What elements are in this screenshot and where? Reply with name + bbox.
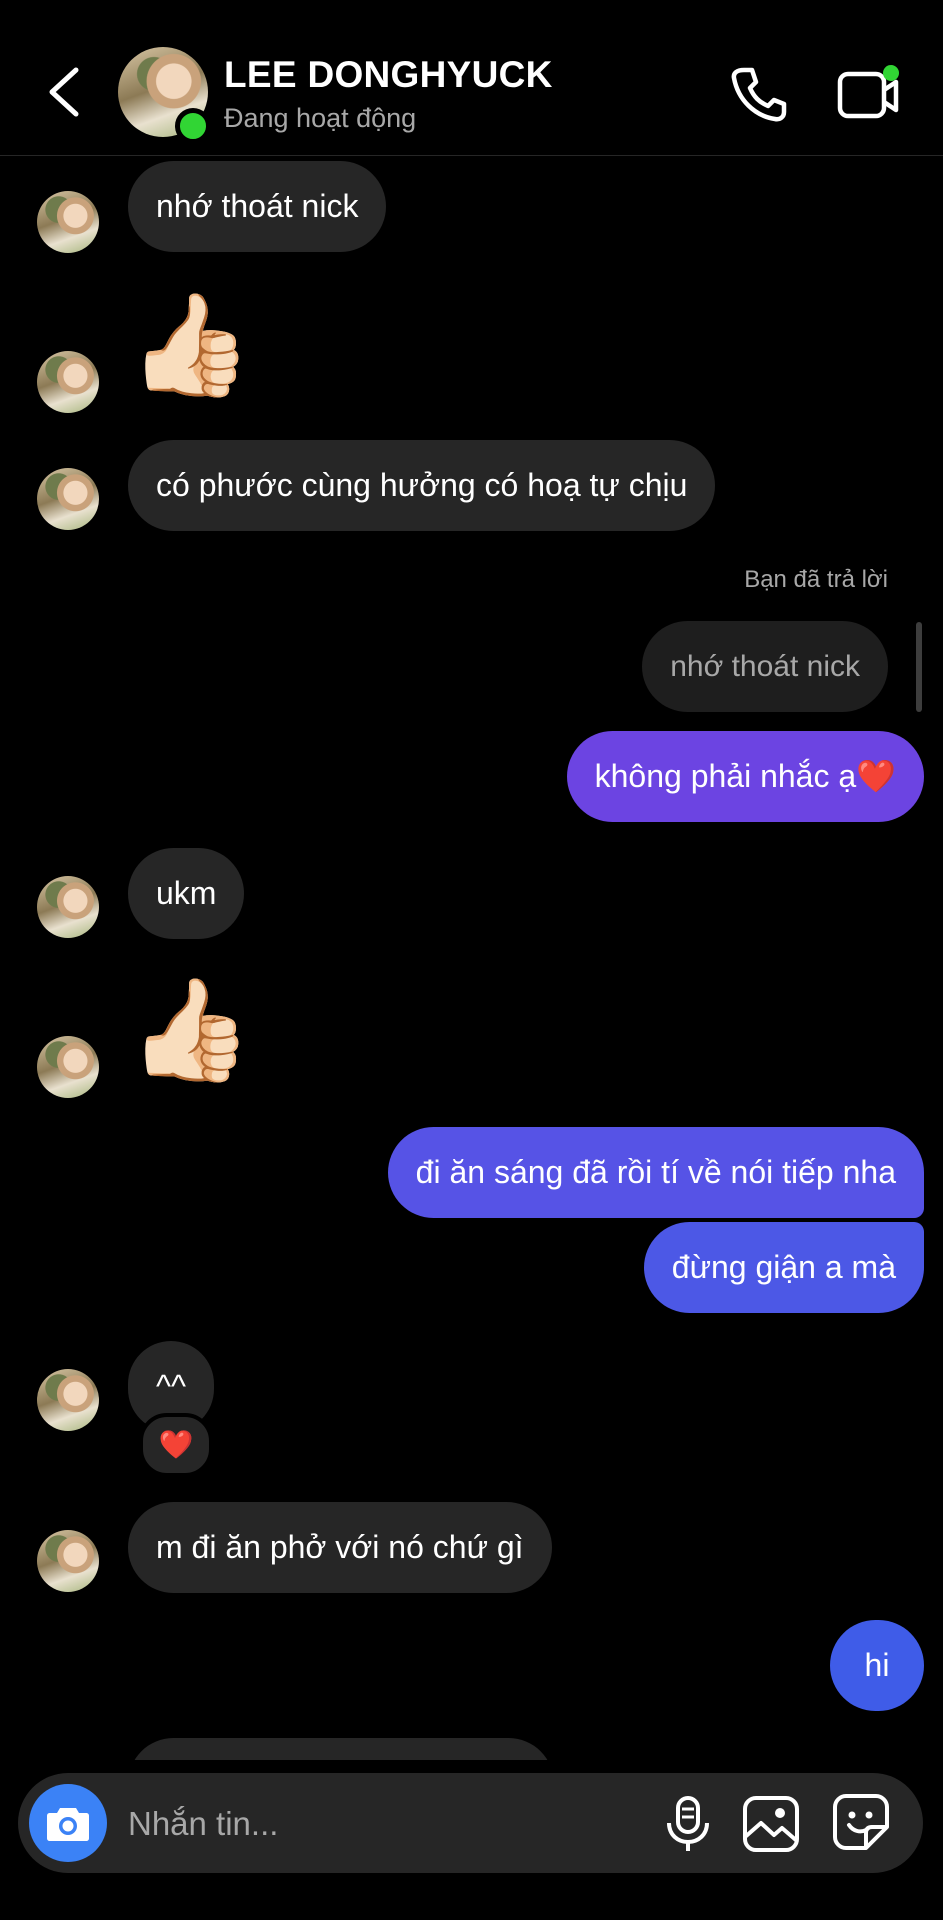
thumbs-up-emoji-message[interactable]: 👍🏻 xyxy=(128,980,253,1080)
outgoing-message[interactable]: không phải nhắc ạ❤️ xyxy=(566,731,924,822)
heart-reaction[interactable]: ❤️ xyxy=(139,1413,213,1477)
phone-icon xyxy=(731,67,787,122)
sender-avatar[interactable] xyxy=(37,876,99,938)
active-status-dot xyxy=(175,108,211,144)
outgoing-message[interactable]: đừng giận a mà xyxy=(643,1222,924,1313)
sender-avatar[interactable] xyxy=(37,468,99,530)
video-call-icon xyxy=(837,65,899,119)
camera-button[interactable] xyxy=(29,1784,107,1862)
camera-icon xyxy=(47,1808,89,1841)
contact-name[interactable]: LEE DONGHYUCK xyxy=(224,54,553,96)
replied-message-quote[interactable]: nhớ thoát nick xyxy=(642,621,888,712)
thumbs-up-emoji-message[interactable]: 👍🏻 xyxy=(128,295,253,395)
contact-status: Đang hoạt động xyxy=(224,103,417,133)
sticker-button[interactable] xyxy=(832,1793,890,1851)
video-call-button[interactable] xyxy=(836,64,902,124)
back-icon xyxy=(49,67,79,117)
incoming-message[interactable]: m đi ăn phở với nó chứ gì xyxy=(128,1502,552,1593)
sticker-icon xyxy=(833,1794,889,1850)
voice-call-button[interactable] xyxy=(728,64,788,124)
message-composer xyxy=(18,1773,923,1873)
voice-message-button[interactable] xyxy=(660,1795,716,1853)
message-input[interactable] xyxy=(126,1795,530,1853)
back-button[interactable] xyxy=(46,66,82,118)
mic-icon xyxy=(667,1796,709,1851)
sender-avatar[interactable] xyxy=(37,1036,99,1098)
incoming-message[interactable]: nhớ thoát nick xyxy=(128,161,387,252)
incoming-message[interactable]: ukm xyxy=(128,848,245,939)
sender-avatar[interactable] xyxy=(37,191,99,253)
outgoing-message[interactable]: hi xyxy=(830,1620,924,1711)
sender-avatar[interactable] xyxy=(37,1530,99,1592)
sender-avatar[interactable] xyxy=(37,1369,99,1431)
gallery-button[interactable] xyxy=(742,1795,800,1853)
sender-avatar[interactable] xyxy=(37,351,99,413)
gallery-icon xyxy=(743,1796,799,1852)
outgoing-message[interactable]: đi ăn sáng đã rồi tí về nói tiếp nha xyxy=(387,1127,924,1218)
reply-indicator-bar xyxy=(916,622,922,712)
chat-header: LEE DONGHYUCK Đang hoạt động xyxy=(0,0,943,156)
reply-label: Bạn đã trả lời xyxy=(744,566,888,593)
incoming-message[interactable]: có phước cùng hưởng có hoạ tự chịu xyxy=(128,440,716,531)
